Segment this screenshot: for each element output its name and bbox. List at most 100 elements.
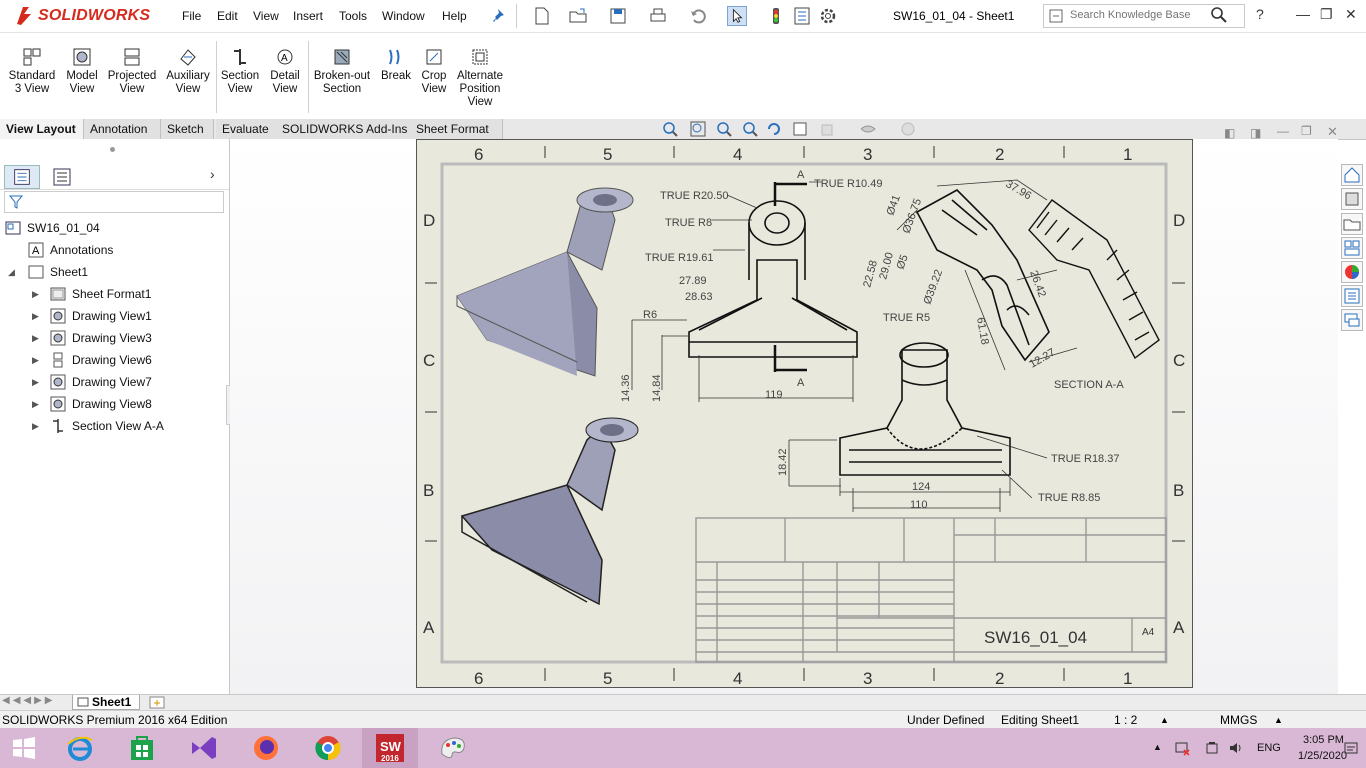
dim-r1961[interactable]: TRUE R19.61 [645, 252, 713, 264]
tab-sketch[interactable]: Sketch [161, 119, 214, 139]
dim-6118[interactable]: 61.18 [974, 316, 991, 345]
dim-r8[interactable]: TRUE R8 [665, 217, 712, 229]
volume-icon[interactable] [1228, 740, 1244, 756]
options-gear-icon[interactable] [818, 6, 838, 26]
tab-evaluate[interactable]: Evaluate [216, 119, 280, 139]
help-icon[interactable]: ? [1256, 6, 1264, 22]
menu-help[interactable]: Help [442, 9, 467, 23]
close-icon[interactable]: ✕ [1345, 6, 1357, 23]
expand-panel-chevron-icon[interactable]: › [210, 166, 215, 182]
search-icon[interactable] [1210, 6, 1228, 24]
tab-sheet-format[interactable]: Sheet Format [410, 119, 503, 139]
title-block[interactable] [695, 517, 1167, 663]
menu-insert[interactable]: Insert [293, 9, 323, 23]
undo-icon[interactable] [688, 6, 708, 26]
panel-splitter-handle[interactable] [110, 147, 115, 152]
menu-edit[interactable]: Edit [217, 9, 238, 23]
tab-solidworks-add-ins[interactable]: SOLIDWORKS Add-Ins [276, 119, 415, 139]
visual-studio-icon[interactable] [188, 732, 220, 764]
clock-time[interactable]: 3:05 PM [1303, 734, 1344, 746]
break-button[interactable]: Break [378, 47, 414, 83]
isometric-view-shaded[interactable] [456, 187, 634, 377]
tree-sheet[interactable]: Sheet1 [50, 263, 88, 281]
dim-1484[interactable]: 14.84 [651, 374, 663, 402]
select-arrow-icon[interactable] [727, 6, 747, 26]
dim-1436[interactable]: 14.36 [620, 374, 632, 402]
appearance-icon[interactable] [900, 121, 916, 137]
dim-1842[interactable]: 18.42 [777, 448, 789, 476]
solidworks-logo[interactable]: SOLIDWORKS [14, 3, 154, 29]
knowledge-base-search[interactable] [1043, 4, 1245, 28]
dim-r1049[interactable]: TRUE R10.49 [814, 178, 882, 190]
doc-close-icon[interactable]: ✕ [1327, 124, 1338, 140]
doc-minimize-icon[interactable]: — [1277, 124, 1289, 138]
rebuild-icon[interactable] [766, 121, 782, 137]
section-view-hatched[interactable] [1028, 199, 1160, 360]
dim-r1837[interactable]: TRUE R18.37 [1051, 453, 1119, 465]
sheet-nav-arrows-icon[interactable]: ◀◀◀▶▶ [2, 695, 55, 706]
broken-out-section-button[interactable]: Broken-out Section [310, 47, 374, 96]
view-palette-pane-icon[interactable] [1341, 237, 1363, 259]
tree-item-section-view-a-a[interactable]: Section View A-A [72, 417, 164, 435]
notifications-icon[interactable] [1343, 740, 1359, 756]
expand-caret-icon[interactable]: ▶ [32, 311, 39, 322]
alternate-position-view-button[interactable]: Alternate Position View [452, 47, 508, 109]
dim-r885[interactable]: TRUE R8.85 [1038, 492, 1100, 504]
paint-icon[interactable] [436, 732, 468, 764]
dim-2258[interactable]: 22.58 [861, 259, 880, 289]
model-view-button[interactable]: Model View [62, 47, 102, 96]
tile-right-icon[interactable]: ◨ [1250, 126, 1261, 140]
tree-item-drawing-view1[interactable]: Drawing View1 [72, 307, 152, 325]
dim-d5[interactable]: Ø5 [895, 253, 911, 271]
dim-d41[interactable]: Ø41 [885, 193, 903, 217]
zoom-to-fit-icon[interactable] [662, 121, 678, 137]
dim-3796[interactable]: 37.96 [1004, 178, 1034, 202]
status-scale[interactable]: 1 : 2 [1114, 713, 1137, 727]
open-folder-icon[interactable] [568, 6, 588, 26]
dim-2863[interactable]: 28.63 [685, 291, 713, 303]
tab-view-layout[interactable]: View Layout [0, 119, 84, 139]
menu-tools[interactable]: Tools [339, 9, 367, 23]
collapse-caret-icon[interactable]: ◢ [8, 267, 15, 278]
projected-view-button[interactable]: Projected View [106, 47, 158, 96]
sheet-tab-sheet1[interactable]: Sheet1 [72, 695, 140, 710]
custom-properties-icon[interactable] [1341, 285, 1363, 307]
top-view[interactable] [839, 342, 1011, 476]
microsoft-store-icon[interactable] [126, 732, 158, 764]
dim-2789[interactable]: 27.89 [679, 275, 707, 287]
search-input[interactable] [1068, 8, 1212, 22]
zoom-icon[interactable] [742, 121, 758, 137]
dim-119[interactable]: 119 [765, 389, 783, 401]
crop-view-button[interactable]: Crop View [417, 47, 451, 96]
network-status-icon[interactable] [1174, 740, 1190, 756]
tree-annotations[interactable]: Annotations [50, 241, 113, 259]
section-view-label[interactable]: SECTION A-A [1054, 379, 1124, 391]
view-palette-icon[interactable] [792, 121, 808, 137]
tree-item-drawing-view7[interactable]: Drawing View7 [72, 373, 152, 391]
dim-1227[interactable]: 12.27 [1028, 346, 1058, 370]
scale-up-arrow-icon[interactable]: ▲ [1160, 715, 1169, 725]
print-icon[interactable] [648, 6, 668, 26]
solidworks-resources-icon[interactable] [1341, 164, 1363, 186]
save-icon[interactable] [608, 6, 628, 26]
detail-view-button[interactable]: A Detail View [264, 47, 306, 96]
new-document-icon[interactable] [532, 6, 552, 26]
display-style-icon[interactable] [820, 121, 836, 137]
language-indicator[interactable]: ENG [1257, 742, 1281, 754]
minimize-icon[interactable]: — [1296, 6, 1310, 22]
menu-window[interactable]: Window [382, 9, 425, 23]
expand-caret-icon[interactable]: ▶ [32, 399, 39, 410]
section-cut-line[interactable] [773, 182, 807, 372]
restore-icon[interactable]: ❐ [1320, 6, 1333, 23]
status-units[interactable]: MMGS [1220, 713, 1257, 727]
file-properties-icon[interactable] [792, 6, 812, 26]
tray-overflow-icon[interactable]: ▲ [1153, 742, 1162, 752]
isometric-view-shaded-edges[interactable] [460, 417, 639, 606]
firefox-icon[interactable] [250, 732, 282, 764]
expand-caret-icon[interactable]: ▶ [32, 377, 39, 388]
tile-left-icon[interactable]: ◧ [1224, 126, 1235, 140]
previous-view-icon[interactable] [716, 121, 732, 137]
appearances-icon[interactable] [1341, 261, 1363, 283]
auxiliary-view-button[interactable]: Auxiliary View [162, 47, 214, 96]
tab-annotation[interactable]: Annotation [84, 119, 161, 139]
